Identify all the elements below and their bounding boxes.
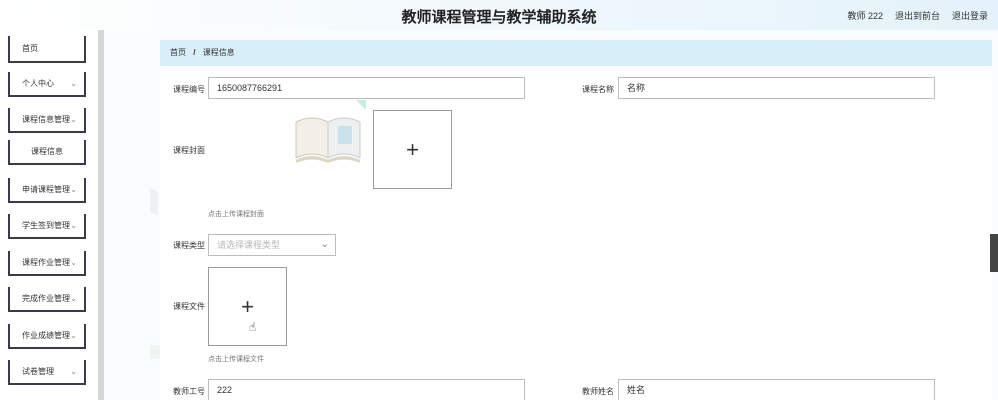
teacher-no-input[interactable]: 222 xyxy=(208,379,525,400)
sidebar-item-label: 完成作业管理 xyxy=(22,294,70,303)
background-decoration xyxy=(150,345,160,359)
chevron-down-icon: ⌄ xyxy=(70,185,77,194)
sidebar-item-home[interactable]: 首页 xyxy=(8,36,86,63)
top-header: 教师课程管理与教学辅助系统 教师 222 退出到前台 退出登录 xyxy=(0,0,998,30)
course-cover-image[interactable] xyxy=(290,100,366,176)
sidebar-item-label: 课程信息 xyxy=(31,147,63,156)
teacher-no-label: 教师工号 xyxy=(173,387,205,396)
current-user: 教师 222 xyxy=(847,11,883,21)
sidebar-item-label: 课程信息管理 xyxy=(22,115,70,124)
cover-upload-button[interactable]: + xyxy=(373,110,452,189)
cover-label: 课程封面 xyxy=(173,146,205,155)
header-actions: 教师 222 退出到前台 退出登录 xyxy=(847,9,988,22)
sidebar-item-label: 个人中心 xyxy=(22,79,54,88)
sidebar-item-homework-score[interactable]: 作业成绩管理 ⌄ xyxy=(8,324,86,349)
sidebar-item-label: 作业成绩管理 xyxy=(22,331,70,340)
course-type-placeholder: 请选择课程类型 xyxy=(217,240,281,250)
page-scroll-handle[interactable] xyxy=(990,234,998,272)
file-upload-hint: 点击上传课程文件 xyxy=(208,356,264,363)
course-type-select[interactable]: 请选择课程类型 ⌄ xyxy=(208,234,336,256)
breadcrumb-current: 课程信息 xyxy=(202,48,235,57)
teacher-name-label: 教师姓名 xyxy=(582,387,614,396)
chevron-down-icon: ⌄ xyxy=(70,115,77,124)
course-name-label: 课程名称 xyxy=(582,85,614,94)
course-no-label: 课程编号 xyxy=(173,85,205,94)
teacher-name-input[interactable]: 姓名 xyxy=(618,379,935,400)
sidebar-item-label: 试卷管理 xyxy=(22,367,54,376)
sidebar-item-label: 首页 xyxy=(22,44,38,53)
chevron-down-icon: ⌄ xyxy=(320,239,329,250)
sidebar-item-homework-manage[interactable]: 课程作业管理 ⌄ xyxy=(8,251,86,276)
chevron-down-icon: ⌄ xyxy=(70,294,77,303)
course-type-label: 课程类型 xyxy=(173,241,205,250)
sidebar-item-label: 申请课程管理 xyxy=(22,185,70,194)
sidebar-item-label: 学生签到管理 xyxy=(22,221,70,230)
sidebar-item-label: 课程作业管理 xyxy=(22,258,70,267)
breadcrumb: 首页 / 课程信息 xyxy=(160,40,992,66)
chevron-down-icon: ⌄ xyxy=(70,258,77,267)
hand-cursor-icon: ☝ xyxy=(249,320,257,334)
logout-link[interactable]: 退出登录 xyxy=(952,9,988,22)
sidebar-subitem-course-info[interactable]: 课程信息 xyxy=(8,140,86,165)
background-decoration xyxy=(150,188,158,216)
course-form xyxy=(160,66,992,400)
course-no-input[interactable]: 1650087766291 xyxy=(208,77,525,99)
sidebar-item-course-info-manage[interactable]: 课程信息管理 ⌄ xyxy=(8,108,86,133)
sidebar-item-completed-homework[interactable]: 完成作业管理 ⌄ xyxy=(8,287,86,312)
chevron-down-icon: ⌄ xyxy=(70,367,77,376)
sidebar-item-profile[interactable]: 个人中心 ⌄ xyxy=(8,72,86,97)
sidebar-item-checkin-manage[interactable]: 学生签到管理 ⌄ xyxy=(8,214,86,239)
plus-icon: + xyxy=(241,293,254,319)
exit-to-front-link[interactable]: 退出到前台 xyxy=(895,9,940,22)
sidebar-item-apply-course-manage[interactable]: 申请课程管理 ⌄ xyxy=(8,178,86,203)
chevron-down-icon: ⌄ xyxy=(70,221,77,230)
plus-icon: + xyxy=(406,136,419,162)
cover-upload-hint: 点击上传课程封面 xyxy=(208,211,264,218)
chevron-down-icon: ⌄ xyxy=(70,331,77,340)
course-file-label: 课程文件 xyxy=(173,302,205,311)
course-name-input[interactable]: 名称 xyxy=(618,77,935,99)
file-upload-button[interactable]: + xyxy=(208,267,287,346)
sidebar-item-exam-manage[interactable]: 试卷管理 ⌄ xyxy=(8,360,86,385)
breadcrumb-separator: / xyxy=(193,48,196,57)
breadcrumb-home[interactable]: 首页 xyxy=(170,48,186,57)
chevron-down-icon: ⌄ xyxy=(70,79,77,88)
sidebar: 首页 个人中心 ⌄ 课程信息管理 ⌄ 课程信息 申请课程管理 ⌄ 学生签到管理 … xyxy=(0,30,98,400)
